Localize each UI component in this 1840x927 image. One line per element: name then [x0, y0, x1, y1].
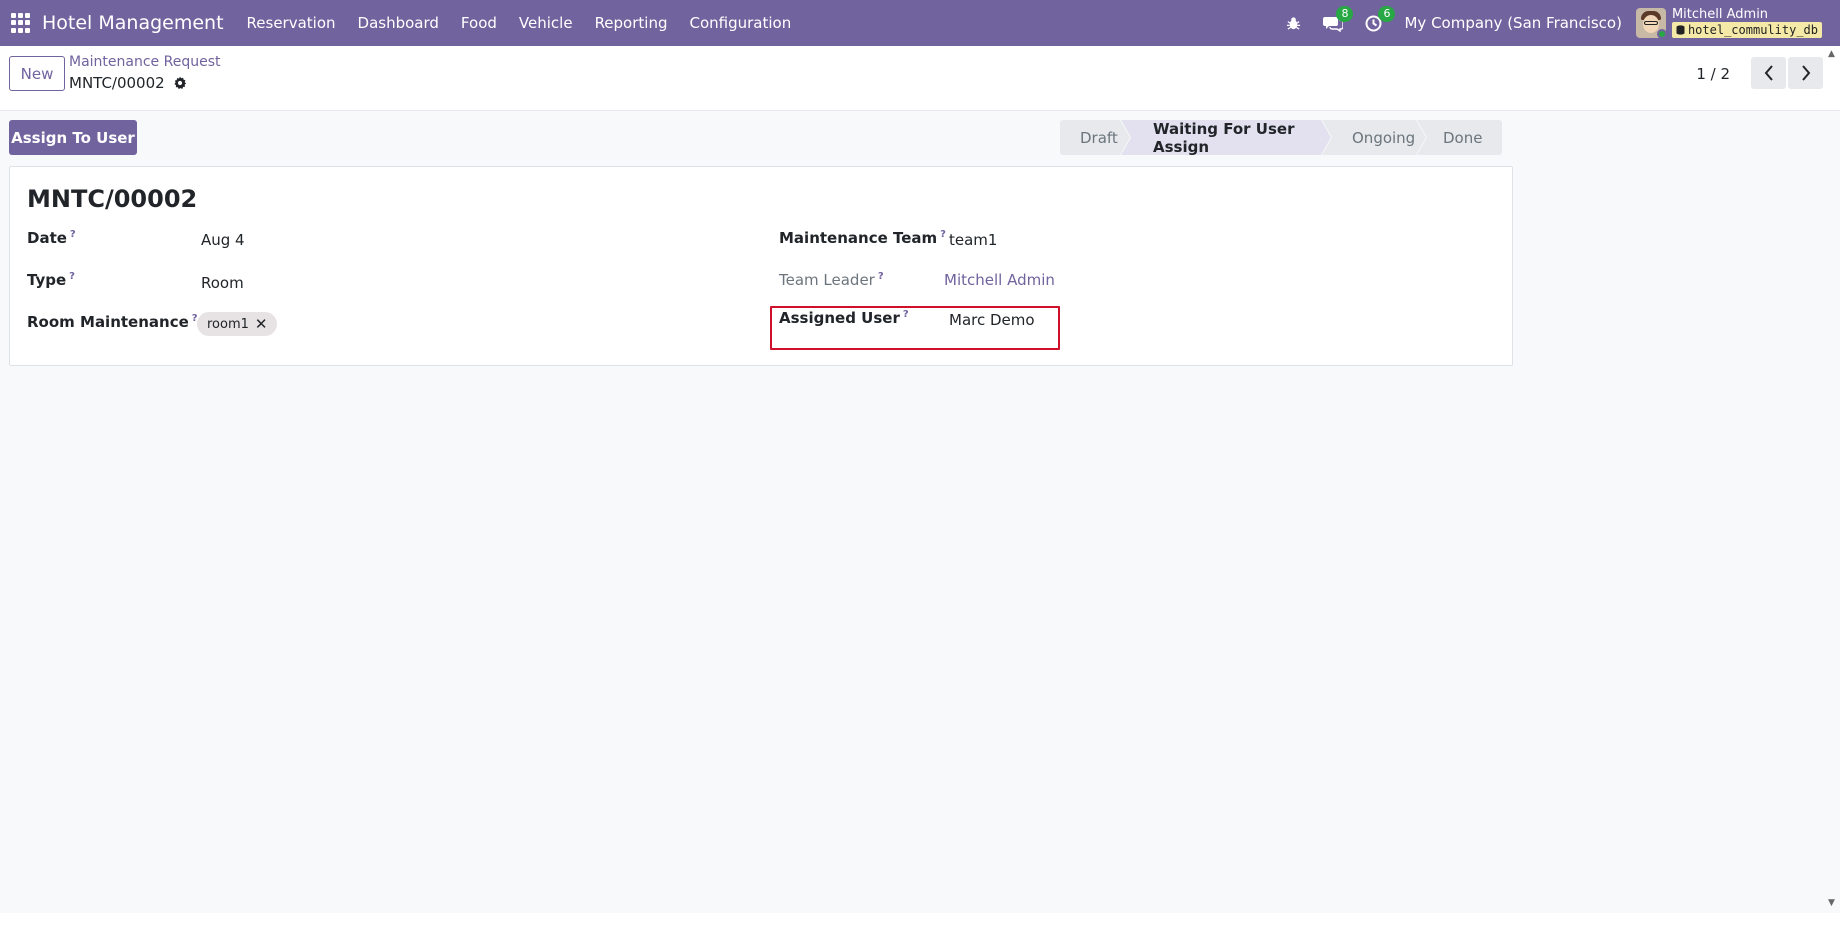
breadcrumb-current-record: MNTC/00002: [69, 74, 187, 92]
remove-tag-icon[interactable]: ✕: [255, 315, 268, 333]
horizontal-scrollbar[interactable]: [0, 913, 1840, 927]
room-maintenance-label: Room Maintenance?: [27, 313, 198, 331]
room-tag-label: room1: [207, 316, 249, 332]
record-name: MNTC/00002: [69, 74, 165, 92]
user-name: Mitchell Admin: [1671, 7, 1769, 22]
chevron-left-icon: [1764, 65, 1773, 81]
type-field[interactable]: Room: [201, 274, 244, 292]
stage-done[interactable]: Done: [1417, 120, 1502, 155]
assigned-user-label: Assigned User?: [779, 309, 909, 327]
pager-value[interactable]: 1 / 2: [1696, 65, 1730, 83]
type-label: Type?: [27, 271, 75, 289]
team-leader-label: Team Leader?: [779, 271, 884, 289]
maintenance-team-field[interactable]: team1: [949, 231, 997, 249]
breadcrumb-maintenance-request[interactable]: Maintenance Request: [69, 54, 220, 70]
date-label: Date?: [27, 229, 76, 247]
menu-reporting[interactable]: Reporting: [584, 14, 679, 32]
menu-reservation[interactable]: Reservation: [236, 14, 347, 32]
apps-grid-icon[interactable]: [11, 13, 31, 33]
database-icon: [1676, 25, 1685, 35]
stage-waiting-for-user-assign[interactable]: Waiting For User Assign: [1121, 120, 1331, 155]
date-field[interactable]: Aug 4: [201, 231, 245, 249]
debug-bug-icon[interactable]: [1286, 16, 1301, 31]
assigned-user-field[interactable]: Marc Demo: [949, 311, 1035, 329]
pager-next-button[interactable]: [1788, 57, 1823, 89]
maintenance-team-label: Maintenance Team?: [779, 229, 946, 247]
scroll-down-arrow-icon[interactable]: ▼: [1828, 898, 1840, 908]
pager-previous-button[interactable]: [1751, 57, 1786, 89]
stage-ongoing[interactable]: Ongoing: [1322, 120, 1426, 155]
record-title: MNTC/00002: [27, 185, 198, 213]
team-leader-field[interactable]: Mitchell Admin: [944, 271, 1055, 289]
menu-configuration[interactable]: Configuration: [678, 14, 802, 32]
menu-dashboard[interactable]: Dashboard: [347, 14, 450, 32]
online-status-dot: [1656, 29, 1666, 38]
assigned-user-help-icon[interactable]: ?: [903, 309, 909, 320]
database-name: hotel_commulity_db: [1687, 23, 1818, 37]
team-leader-help-icon[interactable]: ?: [878, 271, 884, 282]
menu-vehicle[interactable]: Vehicle: [508, 14, 584, 32]
date-help-icon[interactable]: ?: [70, 229, 76, 240]
menu-food[interactable]: Food: [450, 14, 508, 32]
messages-icon[interactable]: 8: [1323, 5, 1354, 32]
type-help-icon[interactable]: ?: [69, 271, 75, 282]
room-tag: room1 ✕: [197, 312, 278, 336]
assign-to-user-button[interactable]: Assign To User: [9, 120, 137, 155]
navbar-systray: 8 6 My Company (San Francisco) Mitchell …: [1286, 0, 1840, 46]
activities-clock-icon[interactable]: 6: [1365, 5, 1396, 32]
maintenance-team-help-icon[interactable]: ?: [940, 229, 946, 240]
control-panel: New Maintenance Request MNTC/00002 1 / 2: [0, 46, 1840, 111]
database-badge: hotel_commulity_db: [1671, 22, 1822, 38]
gear-icon[interactable]: [173, 76, 187, 90]
activities-count-badge: 6: [1378, 5, 1396, 22]
top-navbar: Hotel Management Reservation Dashboard F…: [0, 0, 1840, 46]
messages-count-badge: 8: [1336, 5, 1354, 22]
new-button[interactable]: New: [9, 56, 65, 91]
main-menu: Reservation Dashboard Food Vehicle Repor…: [236, 14, 803, 32]
form-sheet: MNTC/00002 Date? Aug 4 Type? Room Room M…: [9, 166, 1513, 366]
stage-draft[interactable]: Draft: [1060, 120, 1130, 155]
user-avatar[interactable]: [1635, 8, 1666, 38]
user-menu[interactable]: Mitchell Admin hotel_commulity_db: [1671, 7, 1822, 38]
chevron-right-icon: [1801, 65, 1810, 81]
company-switcher[interactable]: My Company (San Francisco): [1404, 14, 1621, 32]
status-bar: Draft Waiting For User Assign Ongoing Do…: [1060, 120, 1502, 155]
app-brand[interactable]: Hotel Management: [42, 12, 224, 34]
scroll-up-arrow-icon[interactable]: ▲: [1828, 49, 1840, 59]
